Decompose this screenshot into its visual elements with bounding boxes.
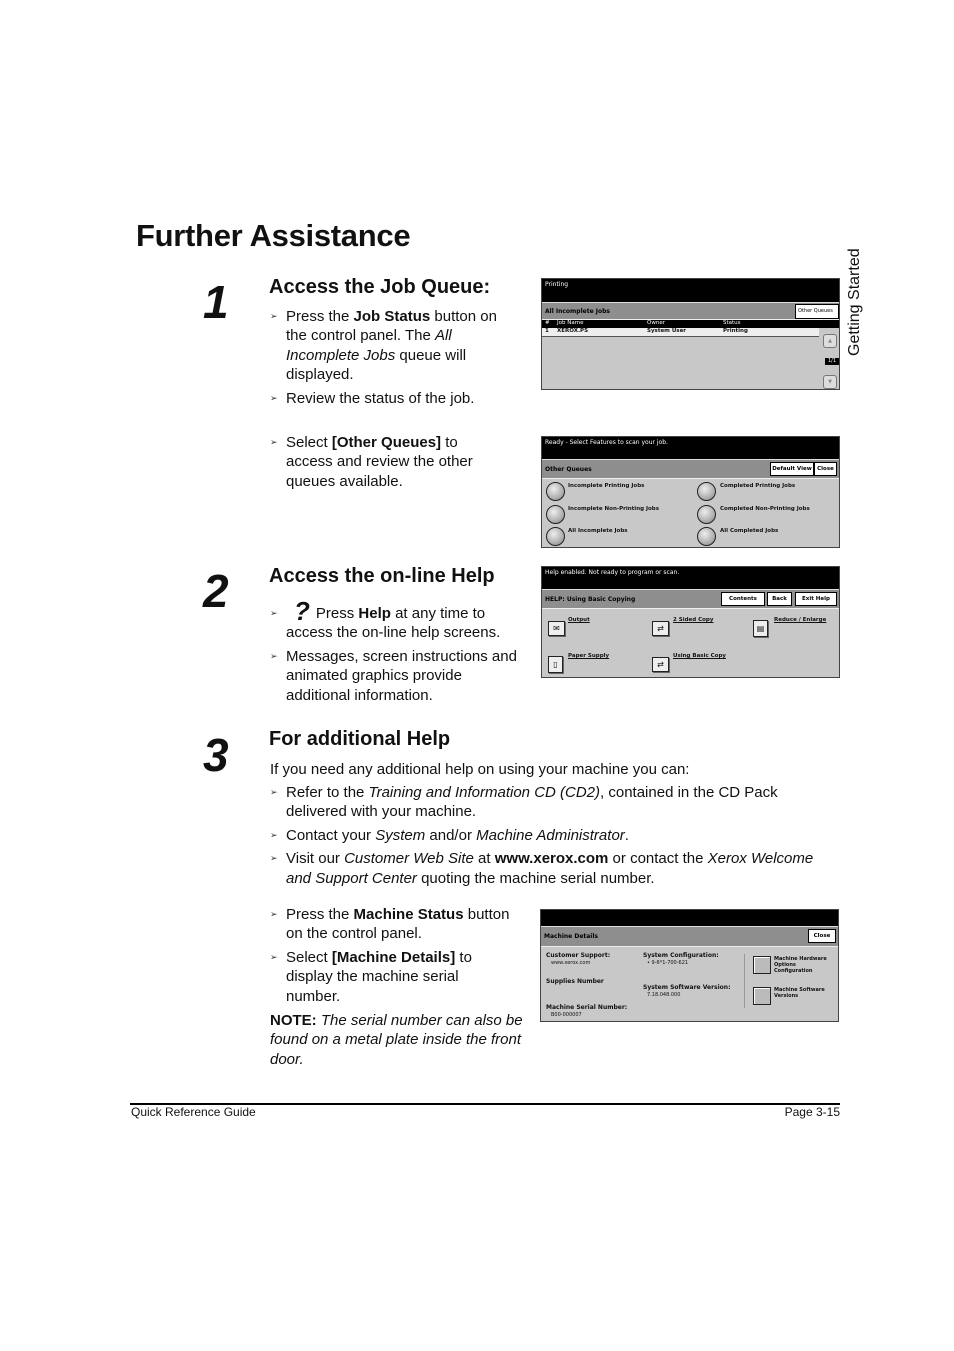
screen-header: Help enabled. Not ready to program or sc… — [542, 567, 839, 589]
page-number: Page 3-15 — [784, 1105, 840, 1119]
screen-title-bar: All Incomplete Jobs Other Queues — [542, 302, 839, 320]
exit-help-button[interactable]: Exit Help — [795, 592, 837, 606]
table-row[interactable]: 1 XEROX.PS System User Printing — [542, 328, 819, 337]
screen-title-bar: Machine Details Close — [541, 926, 838, 947]
radio-all-incomplete[interactable] — [546, 527, 565, 546]
other-queues-screen: Ready - Select Features to scan your job… — [541, 436, 840, 548]
bullet-item: Refer to the Training and Information CD… — [270, 783, 830, 822]
step-number: 3 — [203, 729, 229, 781]
scroll-up-icon[interactable]: ▲ — [823, 334, 837, 348]
help-topic-2-sided[interactable]: 2 Sided Copy — [673, 617, 713, 623]
xerox-website-link[interactable]: www.xerox.com — [495, 850, 609, 867]
default-view-button[interactable]: Default View — [770, 462, 814, 476]
help-topic-basic-copy[interactable]: Using Basic Copy — [673, 653, 726, 659]
note: NOTE: The serial number can also be foun… — [270, 1011, 525, 1069]
bullet-item: Review the status of the job. — [270, 389, 520, 408]
bullet-item: Press the Job Status button on the contr… — [270, 307, 520, 385]
note-label: NOTE: — [270, 1012, 317, 1029]
radio-incomplete-printing[interactable] — [546, 482, 565, 501]
bullet-item: ?Press Help at any time to access the on… — [270, 596, 520, 643]
page-title: Further Assistance — [136, 218, 411, 253]
back-button[interactable]: Back — [767, 592, 792, 606]
screen-header — [541, 910, 838, 926]
serial-number-value: B00-000007 — [551, 1012, 582, 1018]
step-2-bullets: ?Press Help at any time to access the on… — [270, 596, 520, 709]
step-number: 2 — [203, 565, 229, 617]
help-question-icon: ? — [294, 596, 310, 626]
step-number: 1 — [203, 276, 229, 328]
table-header: # Job Name Owner Status — [542, 320, 839, 328]
step-heading: Access the Job Queue: — [269, 276, 491, 298]
close-button[interactable]: Close — [808, 929, 836, 943]
screen-header: Ready - Select Features to scan your job… — [542, 437, 839, 459]
bullet-item: Visit our Customer Web Site at www.xerox… — [270, 849, 830, 888]
radio-all-completed[interactable] — [697, 527, 716, 546]
step-1-bullets: Press the Job Status button on the contr… — [270, 307, 520, 412]
contents-button[interactable]: Contents — [721, 592, 765, 606]
two-sided-copy-icon[interactable]: ⇄ — [652, 621, 669, 636]
software-versions-button[interactable] — [753, 987, 771, 1005]
help-topic-paper-supply[interactable]: Paper Supply — [568, 653, 609, 659]
output-icon[interactable]: ✉ — [548, 621, 565, 636]
bullet-item: Press the Machine Status button on the c… — [270, 905, 510, 944]
page-indicator: 1/1 — [825, 358, 839, 365]
other-queues-button[interactable]: Other Queues — [795, 304, 839, 319]
machine-details-screen: Machine Details Close Customer Support: … — [540, 909, 839, 1022]
step-3-intro: If you need any additional help on using… — [270, 761, 690, 778]
screen-header: Printing — [542, 279, 839, 302]
bullet-item: Messages, screen instructions and animat… — [270, 647, 520, 705]
queue-title: All Incomplete Jobs — [545, 307, 610, 315]
radio-completed-printing[interactable] — [697, 482, 716, 501]
step-1-bullets-b: Select [Other Queues] to access and revi… — [270, 433, 500, 495]
close-button[interactable]: Close — [814, 462, 837, 476]
bullet-item: Select [Other Queues] to access and revi… — [270, 433, 500, 491]
bullet-item: Contact your System and/or Machine Admin… — [270, 826, 830, 845]
section-tab: Getting Started — [846, 248, 863, 356]
reduce-enlarge-icon[interactable]: ▤ — [753, 620, 768, 637]
step-3-bullets: Refer to the Training and Information CD… — [270, 783, 830, 892]
help-screen: Help enabled. Not ready to program or sc… — [541, 566, 840, 678]
scroll-down-icon[interactable]: ▼ — [823, 375, 837, 389]
basic-copy-icon[interactable]: ⇄ — [652, 657, 669, 672]
step-heading: Access the on-line Help — [269, 565, 495, 587]
help-topic-reduce-enlarge[interactable]: Reduce / Enlarge — [774, 617, 826, 623]
paper-supply-icon[interactable]: ▯ — [548, 656, 563, 673]
step-3-bullets-b: Press the Machine Status button on the c… — [270, 905, 510, 1010]
radio-incomplete-non-printing[interactable] — [546, 505, 565, 524]
radio-completed-non-printing[interactable] — [697, 505, 716, 524]
job-queue-screen: Printing All Incomplete Jobs Other Queue… — [541, 278, 840, 390]
footer-guide-title: Quick Reference Guide — [131, 1105, 256, 1119]
hardware-options-button[interactable] — [753, 956, 771, 974]
divider — [744, 954, 745, 1008]
help-topic-output[interactable]: Output — [568, 617, 590, 623]
step-heading: For additional Help — [269, 728, 451, 750]
bullet-item: Select [Machine Details] to display the … — [270, 948, 510, 1006]
screen-title-bar: Other Queues Default View Close — [542, 459, 839, 479]
screen-title-bar: HELP: Using Basic Copying Contents Back … — [542, 589, 839, 609]
